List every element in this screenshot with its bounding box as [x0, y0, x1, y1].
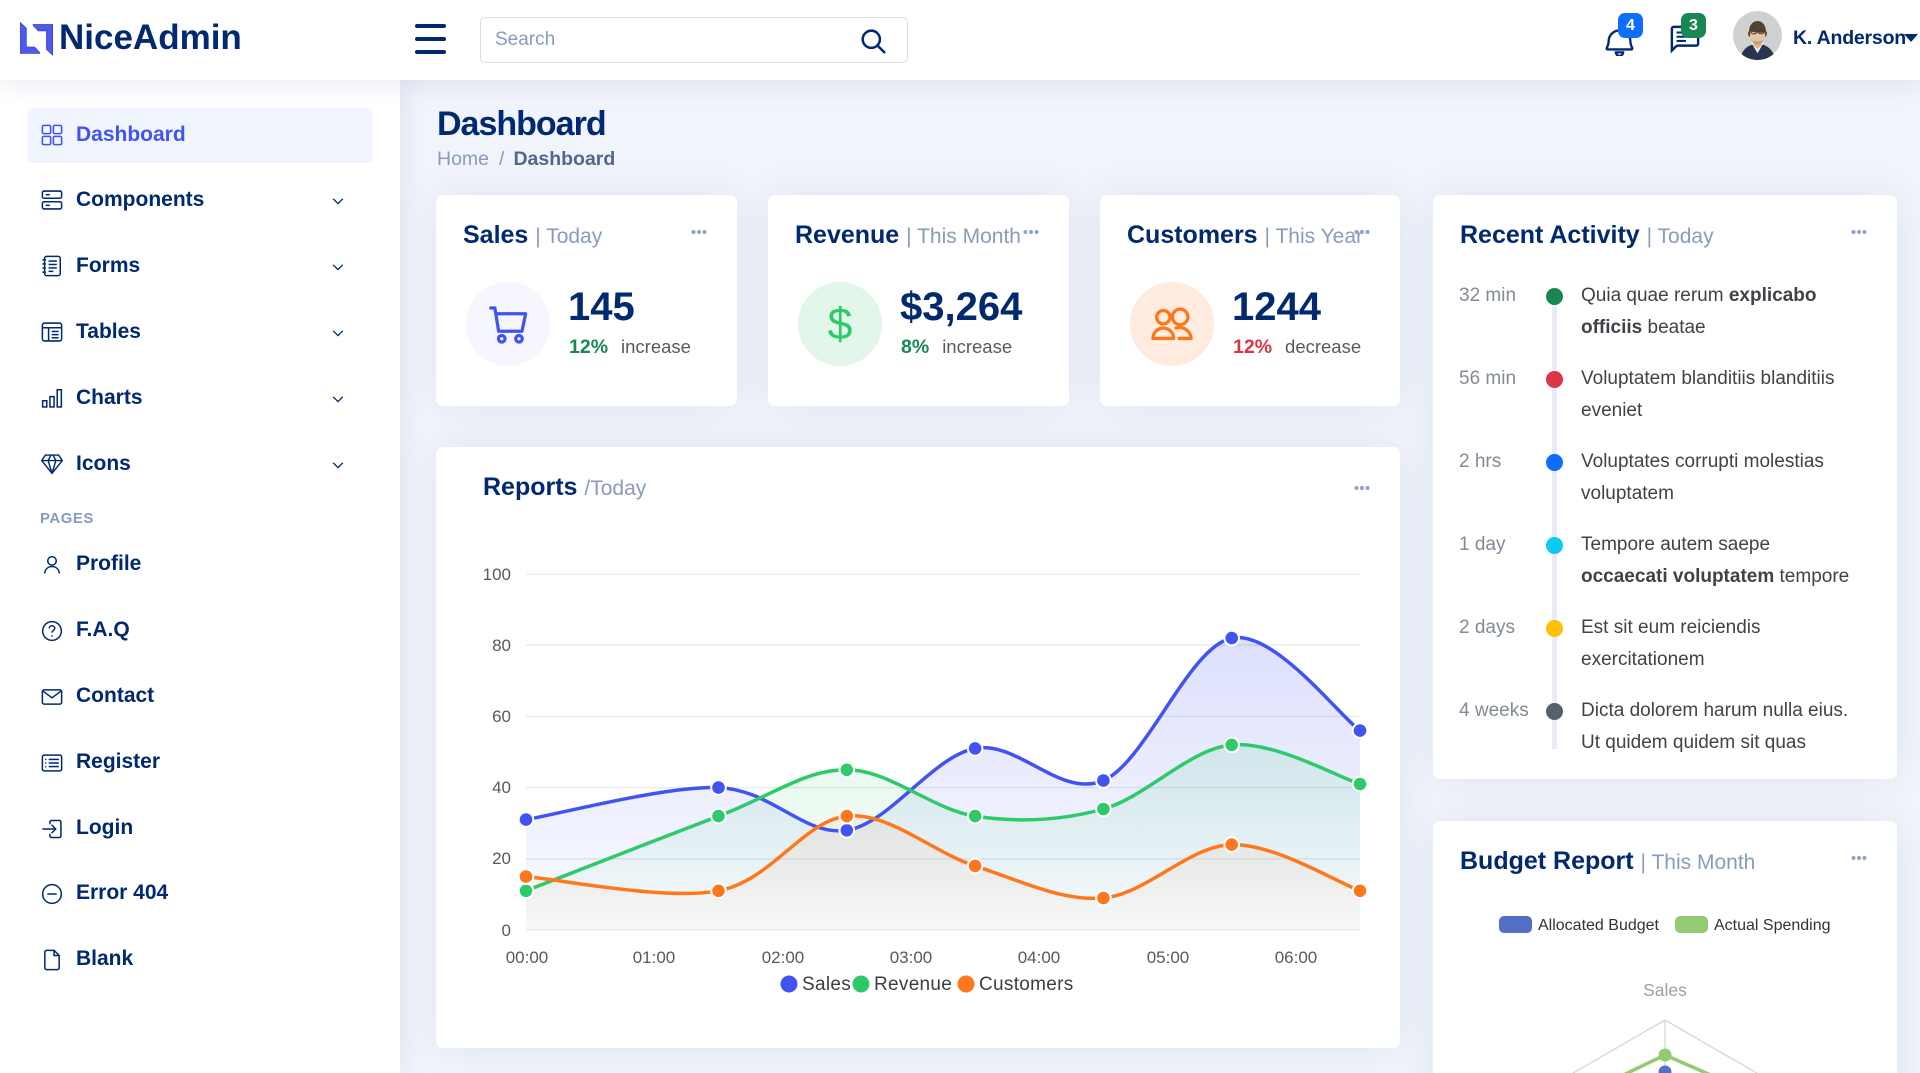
svg-text:20: 20	[492, 849, 511, 868]
svg-text:100: 100	[483, 565, 511, 584]
svg-text:04:00: 04:00	[1018, 948, 1061, 967]
svg-text:0: 0	[502, 921, 511, 940]
svg-text:Customers: Customers	[979, 974, 1074, 995]
svg-text:06:00: 06:00	[1275, 948, 1318, 967]
svg-text:60: 60	[492, 707, 511, 726]
svg-text:Sales: Sales	[1643, 980, 1687, 1000]
svg-text:01:00: 01:00	[633, 948, 676, 967]
svg-text:00:00: 00:00	[506, 948, 549, 967]
svg-text:40: 40	[492, 778, 511, 797]
svg-text:Sales: Sales	[802, 974, 851, 995]
svg-text:03:00: 03:00	[890, 948, 933, 967]
svg-text:Revenue: Revenue	[874, 974, 952, 995]
svg-text:80: 80	[492, 636, 511, 655]
svg-text:05:00: 05:00	[1147, 948, 1190, 967]
svg-text:$: $	[828, 301, 853, 347]
svg-text:02:00: 02:00	[762, 948, 805, 967]
